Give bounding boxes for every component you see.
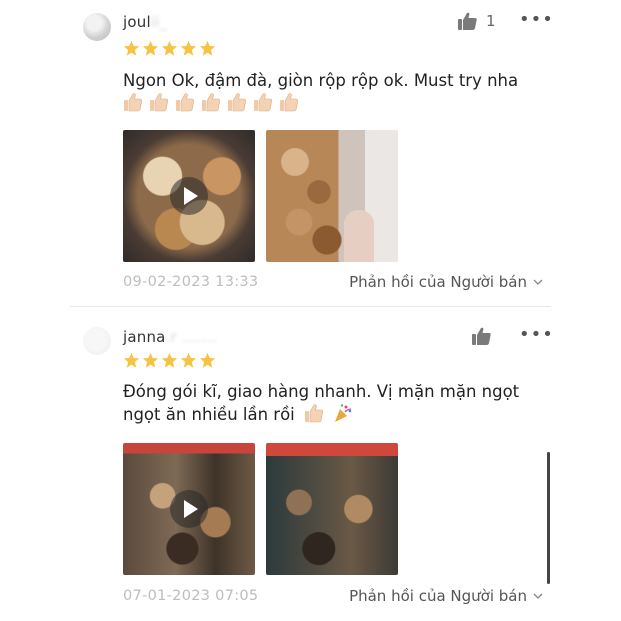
review-item: joulii_ 1 ••• Ngon Ok, đậm đà, giòn rộp … xyxy=(0,0,621,306)
username-masked: .r ....... xyxy=(165,328,217,346)
scrollbar[interactable] xyxy=(547,452,550,584)
thumbs-up-emoji xyxy=(228,93,246,112)
emoji-thumbs-row xyxy=(123,92,299,112)
star-icon xyxy=(123,40,140,56)
thumbs-up-emoji xyxy=(202,93,220,112)
star-icon xyxy=(142,40,159,56)
chevron-down-icon xyxy=(533,279,543,285)
review-comment: Ngon Ok, đậm đà, giòn rộp rộp ok. Must t… xyxy=(123,71,519,90)
review-item: janna.r ....... ••• Đóng gói kĩ, giao hà… xyxy=(0,310,621,621)
review-comment: Đóng gói kĩ, giao hàng nhanh. Vị mặn mặn… xyxy=(123,380,553,426)
review-date: 09-02-2023 13:33 xyxy=(123,274,259,290)
review-divider xyxy=(70,306,551,307)
star-icon xyxy=(180,352,197,368)
username-masked: ii_ xyxy=(150,13,168,31)
chevron-down-icon xyxy=(533,593,543,599)
star-icon xyxy=(142,352,159,368)
review-image-thumbnail[interactable] xyxy=(266,130,398,262)
username-text: joul xyxy=(123,13,151,31)
like-button[interactable]: 1 xyxy=(458,12,496,30)
play-icon[interactable] xyxy=(170,490,208,528)
thumbs-up-icon xyxy=(458,12,477,30)
thumbs-up-emoji xyxy=(305,404,323,423)
review-image-thumbnail[interactable] xyxy=(266,443,398,575)
star-icon xyxy=(199,40,216,56)
seller-reply-label: Phản hồi của Người bán xyxy=(349,273,527,291)
star-icon xyxy=(161,352,178,368)
more-icon[interactable]: ••• xyxy=(519,11,554,29)
star-icon xyxy=(123,352,140,368)
avatar[interactable] xyxy=(83,13,111,41)
star-rating xyxy=(123,40,216,57)
seller-reply-toggle[interactable]: Phản hồi của Người bán xyxy=(349,273,543,291)
star-icon xyxy=(199,352,216,368)
star-rating xyxy=(123,352,216,369)
like-button[interactable] xyxy=(472,327,492,345)
star-icon xyxy=(161,40,178,56)
avatar[interactable] xyxy=(83,327,111,355)
star-icon xyxy=(180,40,197,56)
username: janna.r ....... xyxy=(123,328,217,346)
play-icon[interactable] xyxy=(170,177,208,215)
username-text: janna xyxy=(123,328,166,346)
review-date: 07-01-2023 07:05 xyxy=(123,588,259,604)
thumbs-up-emoji xyxy=(176,93,194,112)
thumbs-up-icon xyxy=(472,327,491,345)
thumbs-up-emoji xyxy=(124,93,142,112)
username: joulii_ xyxy=(123,13,167,31)
more-icon[interactable]: ••• xyxy=(519,326,554,344)
thumbs-up-emoji xyxy=(150,93,168,112)
seller-reply-label: Phản hồi của Người bán xyxy=(349,587,527,605)
like-count: 1 xyxy=(486,12,496,30)
review-video-thumbnail[interactable] xyxy=(123,130,255,262)
review-video-thumbnail[interactable] xyxy=(123,443,255,575)
seller-reply-toggle[interactable]: Phản hồi của Người bán xyxy=(349,587,543,605)
party-popper-emoji xyxy=(335,404,352,422)
thumbs-up-emoji xyxy=(254,93,272,112)
thumbs-up-emoji xyxy=(280,93,298,112)
